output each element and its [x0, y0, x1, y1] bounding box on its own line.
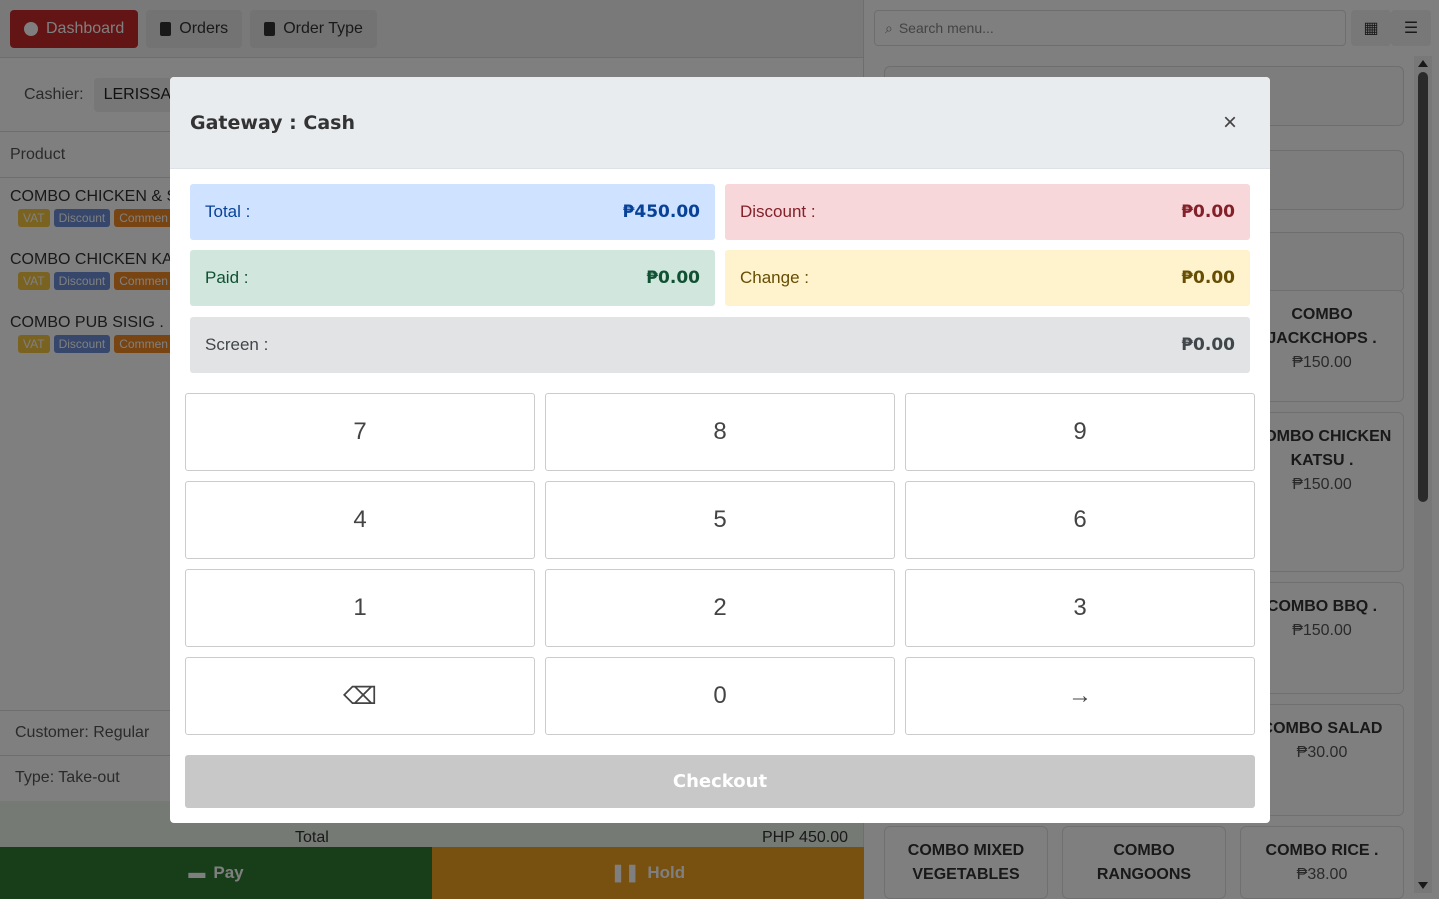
key-6[interactable]: 6 — [905, 481, 1255, 559]
key-9[interactable]: 9 — [905, 393, 1255, 471]
change-box: Change : ₱0.00 — [725, 250, 1250, 306]
close-button[interactable]: × — [1210, 103, 1250, 143]
change-box-value: ₱0.00 — [1181, 268, 1235, 288]
screen-label: Screen : — [205, 335, 269, 354]
total-box: Total : ₱450.00 — [190, 184, 715, 240]
payment-modal: Gateway : Cash × Total : ₱450.00 Discoun… — [170, 77, 1270, 823]
paid-box-value: ₱0.00 — [646, 268, 700, 288]
discount-box-value: ₱0.00 — [1181, 202, 1235, 222]
change-box-label: Change : — [740, 268, 809, 287]
key-5[interactable]: 5 — [545, 481, 895, 559]
screen-display: Screen : ₱0.00 — [190, 317, 1250, 373]
enter-arrow-key[interactable]: → — [905, 657, 1255, 735]
key-2[interactable]: 2 — [545, 569, 895, 647]
key-7[interactable]: 7 — [185, 393, 535, 471]
modal-title: Gateway : Cash — [190, 111, 355, 134]
key-3[interactable]: 3 — [905, 569, 1255, 647]
key-4[interactable]: 4 — [185, 481, 535, 559]
paid-box-label: Paid : — [205, 268, 249, 287]
total-box-label: Total : — [205, 202, 251, 221]
close-icon: × — [1222, 108, 1237, 136]
screen-value: ₱0.00 — [1181, 335, 1235, 355]
paid-box: Paid : ₱0.00 — [190, 250, 715, 306]
modal-header: Gateway : Cash × — [170, 77, 1270, 169]
discount-box: Discount : ₱0.00 — [725, 184, 1250, 240]
discount-box-label: Discount : — [740, 202, 816, 221]
key-8[interactable]: 8 — [545, 393, 895, 471]
backspace-key[interactable]: ⌫ — [185, 657, 535, 735]
total-box-value: ₱450.00 — [622, 202, 700, 222]
checkout-button[interactable]: Checkout — [185, 755, 1255, 808]
key-1[interactable]: 1 — [185, 569, 535, 647]
key-0[interactable]: 0 — [545, 657, 895, 735]
